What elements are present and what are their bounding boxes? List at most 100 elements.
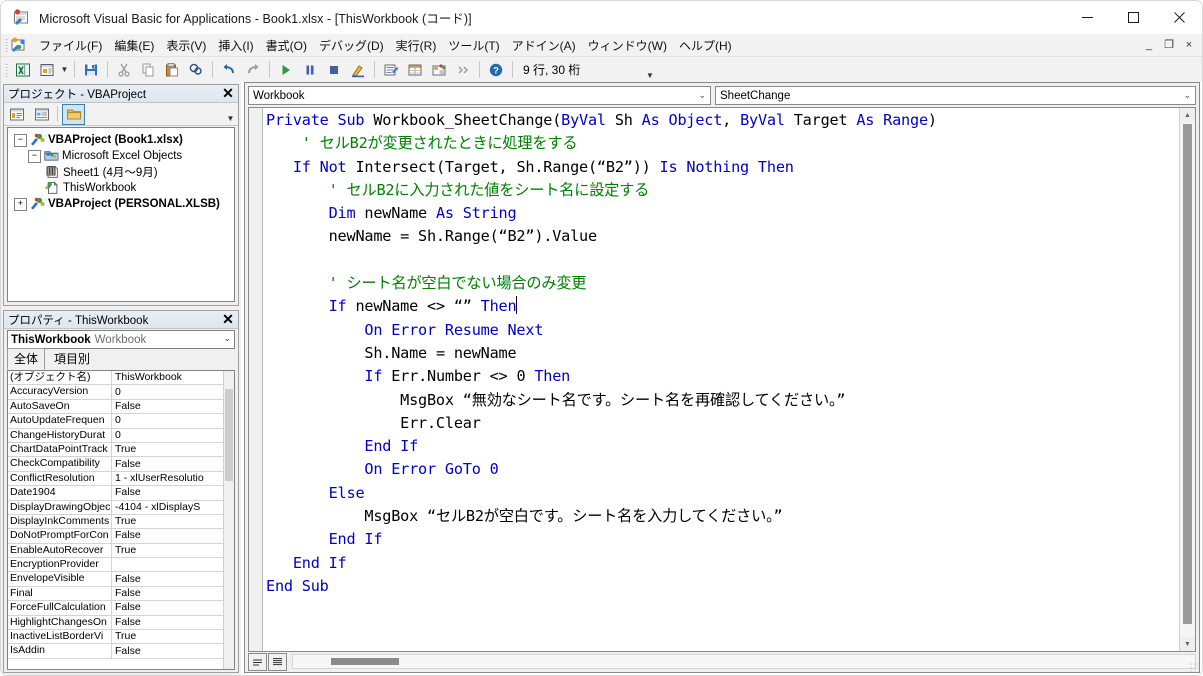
property-value[interactable]: False bbox=[112, 587, 234, 600]
expander-icon[interactable]: + bbox=[14, 197, 27, 211]
property-row[interactable]: EnvelopeVisible False bbox=[8, 572, 234, 587]
tab-alphabetic[interactable]: 全体 bbox=[7, 348, 46, 370]
menu-debug[interactable]: デバッグ(D) bbox=[313, 35, 390, 56]
property-value[interactable]: False bbox=[112, 573, 234, 586]
property-row[interactable]: AccuracyVersion 0 bbox=[8, 385, 234, 400]
tree-node-excel-objects[interactable]: − Microsoft Excel Objects bbox=[8, 148, 234, 164]
property-row[interactable]: CheckCompatibility False bbox=[8, 457, 234, 472]
property-value[interactable]: True bbox=[112, 630, 234, 643]
full-module-view-button[interactable] bbox=[268, 652, 287, 671]
property-value[interactable]: -4104 - xlDisplayS bbox=[112, 501, 234, 514]
view-code-icon[interactable] bbox=[6, 105, 27, 124]
scroll-up-icon[interactable]: ▲ bbox=[1180, 108, 1195, 122]
property-value[interactable]: 0 bbox=[112, 414, 234, 427]
property-row[interactable]: AutoUpdateFrequen 0 bbox=[8, 414, 234, 429]
toggle-folders-icon[interactable] bbox=[62, 103, 85, 125]
procedure-view-button[interactable] bbox=[248, 652, 267, 671]
chevron-down-icon[interactable]: ⌄ bbox=[1183, 90, 1191, 101]
property-value[interactable]: 0 bbox=[112, 386, 234, 399]
tab-categorized[interactable]: 項目別 bbox=[47, 348, 97, 370]
property-value[interactable]: 1 - xlUserResolutio bbox=[112, 472, 234, 485]
run-icon[interactable] bbox=[275, 59, 297, 80]
chevron-down-icon[interactable]: ⌄ bbox=[698, 90, 706, 101]
menu-tools[interactable]: ツール(T) bbox=[442, 35, 505, 56]
property-row[interactable]: DisplayInkComments True bbox=[8, 514, 234, 530]
menu-edit[interactable]: 編集(E) bbox=[108, 35, 160, 56]
view-excel-icon[interactable] bbox=[12, 59, 34, 80]
property-value[interactable]: False bbox=[112, 458, 234, 471]
scroll-down-icon[interactable]: ▼ bbox=[1180, 637, 1195, 651]
project-explorer-titlebar[interactable]: プロジェクト - VBAProject ✕ bbox=[4, 85, 238, 103]
property-value[interactable]: False bbox=[112, 645, 234, 658]
procedure-dropdown[interactable]: SheetChange ⌄ bbox=[715, 86, 1196, 105]
property-value[interactable]: False bbox=[112, 601, 234, 614]
property-row[interactable]: InactiveListBorderVi True bbox=[8, 630, 234, 645]
property-value[interactable]: True bbox=[112, 443, 234, 456]
property-row[interactable]: ChangeHistoryDurat 0 bbox=[8, 428, 234, 443]
properties-close-icon[interactable]: ✕ bbox=[220, 311, 236, 327]
property-row[interactable]: DoNotPromptForCon False bbox=[8, 529, 234, 544]
tree-node-vbaproject-book1[interactable]: − VBAProject (Book1.xlsx) bbox=[8, 132, 234, 148]
tree-node-vbaproject-personal[interactable]: + VBAProject (PERSONAL.XLSB) bbox=[8, 196, 234, 212]
chevron-down-icon[interactable]: ⌄ bbox=[223, 333, 231, 344]
help-icon[interactable]: ? bbox=[485, 59, 507, 80]
menu-help[interactable]: ヘルプ(H) bbox=[673, 35, 738, 56]
menu-format[interactable]: 書式(O) bbox=[260, 35, 313, 56]
property-value[interactable]: 0 bbox=[112, 429, 234, 442]
property-value[interactable]: ThisWorkbook bbox=[112, 371, 234, 384]
toolbox-icon[interactable] bbox=[452, 59, 474, 80]
property-value[interactable]: False bbox=[112, 529, 234, 542]
object-dropdown[interactable]: Workbook ⌄ bbox=[248, 86, 711, 105]
redo-icon[interactable] bbox=[242, 59, 264, 80]
mdi-minimize-button[interactable]: _ bbox=[1140, 36, 1158, 53]
property-row[interactable]: ConflictResolution 1 - xlUserResolutio bbox=[8, 471, 234, 487]
maximize-button[interactable] bbox=[1110, 1, 1156, 34]
menu-drag-grip[interactable] bbox=[5, 38, 8, 52]
code-vscrollbar-thumb[interactable] bbox=[1183, 124, 1192, 624]
toolbar-overflow-button[interactable]: ▼ bbox=[644, 59, 656, 80]
properties-titlebar[interactable]: プロパティ - ThisWorkbook ✕ bbox=[4, 311, 238, 329]
project-explorer-icon[interactable] bbox=[380, 59, 402, 80]
property-row[interactable]: HighlightChangesOn False bbox=[8, 615, 234, 631]
menu-file[interactable]: ファイル(F) bbox=[33, 35, 108, 56]
code-text[interactable]: Private Sub Workbook_SheetChange(ByVal S… bbox=[266, 109, 1179, 651]
mdi-restore-button[interactable]: ❐ bbox=[1160, 36, 1178, 53]
insert-dropdown-caret[interactable]: ▼ bbox=[59, 65, 70, 74]
expander-icon[interactable]: − bbox=[28, 149, 41, 163]
insert-userform-icon[interactable] bbox=[36, 59, 58, 80]
properties-window-icon[interactable] bbox=[404, 59, 426, 80]
property-row[interactable]: EnableAutoRecover True bbox=[8, 543, 234, 559]
copy-icon[interactable] bbox=[137, 59, 159, 80]
window-resize-grip[interactable] bbox=[1189, 662, 1201, 674]
view-object-icon[interactable] bbox=[31, 105, 52, 124]
properties-grid[interactable]: (オブジェクト名) ThisWorkbook AccuracyVersion 0 A… bbox=[7, 370, 235, 670]
undo-icon[interactable] bbox=[218, 59, 240, 80]
properties-scrollbar[interactable] bbox=[223, 371, 234, 669]
project-toolbar-overflow[interactable]: ▼ bbox=[225, 104, 236, 123]
menu-run[interactable]: 実行(R) bbox=[390, 35, 443, 56]
property-value[interactable]: False bbox=[112, 616, 234, 629]
menu-insert[interactable]: 挿入(I) bbox=[212, 35, 259, 56]
menu-addins[interactable]: アドイン(A) bbox=[506, 35, 582, 56]
code-hscrollbar-thumb[interactable] bbox=[331, 658, 399, 665]
cut-icon[interactable] bbox=[113, 59, 135, 80]
toolbar-drag-grip[interactable] bbox=[5, 62, 8, 77]
tree-node-sheet1[interactable]: Sheet1 (4月～9月) bbox=[8, 164, 234, 180]
property-row[interactable]: ChartDataPointTrack True bbox=[8, 442, 234, 458]
tree-node-thisworkbook[interactable]: ThisWorkbook bbox=[8, 180, 234, 196]
property-value[interactable]: False bbox=[112, 400, 234, 413]
property-row[interactable]: (オブジェクト名) ThisWorkbook bbox=[8, 371, 234, 386]
properties-scrollbar-thumb[interactable] bbox=[225, 389, 233, 481]
property-row[interactable]: Date1904 False bbox=[8, 486, 234, 501]
menu-window[interactable]: ウィンドウ(W) bbox=[582, 35, 673, 56]
property-value[interactable]: False bbox=[112, 486, 234, 499]
project-tree[interactable]: − VBAProject (Book1.xlsx) − Microsoft Ex… bbox=[7, 127, 235, 302]
object-browser-icon[interactable] bbox=[428, 59, 450, 80]
paste-icon[interactable] bbox=[161, 59, 183, 80]
code-indicator-margin[interactable] bbox=[249, 108, 263, 651]
property-value[interactable]: True bbox=[112, 515, 234, 528]
property-value[interactable]: True bbox=[112, 544, 234, 557]
property-row[interactable]: AutoSaveOn False bbox=[8, 399, 234, 415]
property-row[interactable]: IsAddin False bbox=[8, 644, 234, 659]
code-horizontal-scrollbar[interactable] bbox=[292, 654, 1196, 669]
